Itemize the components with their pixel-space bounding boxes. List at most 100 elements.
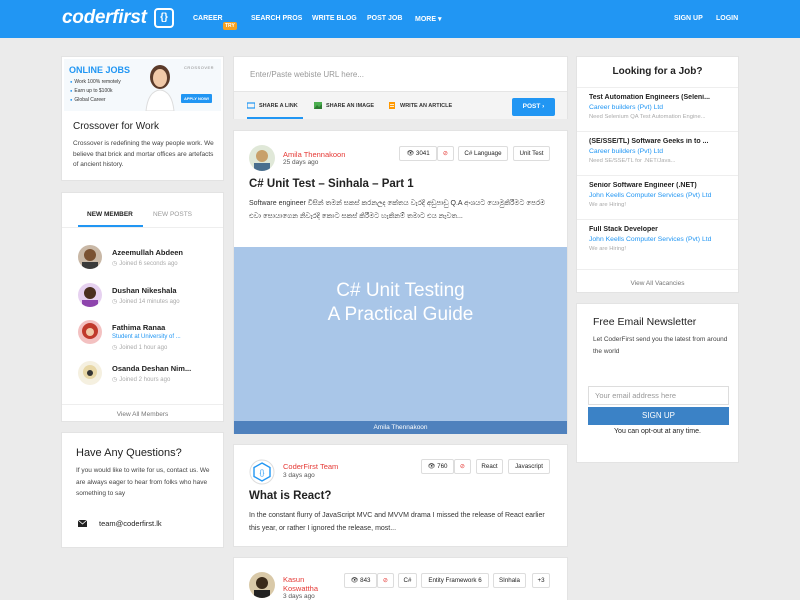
share-toolbar: SHARE A LINK SHARE AN IMAGE WRITE AN ART… [234, 91, 567, 119]
job-item[interactable]: (SE/SSE/TL) Software Geeks in to ... Car… [589, 138, 729, 164]
opt-out-note: You can opt-out at any time. [614, 428, 701, 435]
tab-new-member[interactable]: NEW MEMBER [87, 211, 133, 218]
clock-icon: ◷ [112, 377, 118, 383]
post-title[interactable]: What is React? [249, 490, 331, 502]
job-company[interactable]: John Keells Computer Services (Pvt) Ltd [589, 192, 729, 199]
ad-person-image [145, 65, 175, 111]
member-joined: ◷ Joined 1 hour ago [112, 345, 168, 351]
member-item[interactable]: Azeemullah Abdeen ◷ Joined 6 seconds ago [78, 245, 218, 275]
member-name[interactable]: Osanda Deshan Nim... [112, 364, 191, 373]
coderfirst-team-avatar: {} [249, 459, 275, 485]
active-tab-indicator [247, 117, 303, 119]
ad-title[interactable]: Crossover for Work [73, 121, 159, 132]
job-item[interactable]: Senior Software Engineer (.NET) John Kee… [589, 182, 729, 208]
member-occupation[interactable]: Student at University of ... [112, 334, 181, 340]
crossover-ad-card[interactable]: ONLINE JOBS Work 100% remotely Earn up t… [61, 56, 224, 181]
newsletter-title: Free Email Newsletter [593, 316, 697, 328]
svg-text:{}: {} [260, 470, 265, 477]
member-joined: ◷ Joined 2 hours ago [112, 377, 171, 383]
questions-title: Have Any Questions? [76, 447, 182, 459]
divider [577, 131, 738, 132]
newsletter-signup-button[interactable]: SIGN UP [588, 407, 729, 425]
share-link-button[interactable]: ⊘ [454, 459, 471, 474]
member-item[interactable]: Dushan Nikeshala ◷ Joined 14 minutes ago [78, 283, 218, 313]
tag-chip[interactable]: Entity Framework 6 [421, 573, 489, 588]
tag-chip[interactable]: C# [398, 573, 417, 588]
job-company[interactable]: Career builders (Pvt) Ltd [589, 148, 729, 155]
post-card[interactable]: {} CoderFirst Team 3 days ago 👁 760 ⊘ Re… [233, 444, 568, 547]
views-count: 👁 3041 [399, 146, 437, 161]
job-title[interactable]: Senior Software Engineer (.NET) [589, 182, 729, 189]
nav-more-dropdown[interactable]: MORE ▾ [415, 15, 441, 23]
view-all-members-link[interactable]: View All Members [62, 411, 223, 418]
post-button[interactable]: POST › [512, 98, 555, 116]
eye-icon: 👁 [406, 150, 415, 157]
job-title[interactable]: Full Stack Developer [589, 226, 729, 233]
divider [62, 227, 223, 228]
mail-icon [78, 520, 87, 527]
ad-line: Work 100% remotely [70, 79, 120, 85]
write-article-tab[interactable]: WRITE AN ARTICLE [388, 102, 452, 109]
questions-description: If you would like to write for us, conta… [76, 467, 210, 497]
member-item[interactable]: Osanda Deshan Nim... ◷ Joined 2 hours ago [78, 361, 218, 391]
site-logo[interactable]: coderfirst [62, 7, 147, 29]
top-navbar: coderfirst {} CAREER TRY SEARCH PROS WRI… [0, 0, 800, 38]
nav-post-job[interactable]: POST JOB [367, 15, 402, 22]
share-link-button[interactable]: ⊘ [437, 146, 454, 161]
job-item[interactable]: Full Stack Developer John Keells Compute… [589, 226, 729, 252]
avatar [249, 572, 275, 598]
divider [577, 219, 738, 220]
post-card[interactable]: Amila Thennakoon 25 days ago 👁 3041 ⊘ C#… [233, 130, 568, 434]
member-joined: ◷ Joined 14 minutes ago [112, 299, 180, 305]
job-description: Need Selenium QA Test Automation Engine.… [589, 114, 706, 120]
divider [62, 404, 223, 405]
tag-chip[interactable]: C# Language [458, 146, 508, 161]
member-name[interactable]: Fathima Ranaa [112, 323, 165, 332]
views-count: 👁 760 [421, 459, 454, 474]
member-name[interactable]: Azeemullah Abdeen [112, 248, 183, 257]
tag-chip[interactable]: Javascript [508, 459, 550, 474]
member-name[interactable]: Dushan Nikeshala [112, 286, 177, 295]
logo-mark-icon[interactable]: {} [154, 8, 174, 28]
divider [577, 175, 738, 176]
job-item[interactable]: Test Automation Engineers (Seleni... Car… [589, 94, 729, 120]
post-author[interactable]: CoderFirst Team [283, 462, 338, 471]
member-item[interactable]: Fathima Ranaa Student at University of .… [78, 320, 218, 356]
share-card: Enter/Paste webiste URL here... SHARE A … [233, 56, 568, 119]
newsletter-email-input[interactable]: Your email address here [588, 386, 729, 405]
ad-description: Crossover is redefining the way people w… [73, 140, 214, 168]
newsletter-description: Let CoderFirst send you the latest from … [593, 336, 728, 355]
post-author[interactable]: Kasun Koswattha [283, 575, 323, 593]
post-date: 25 days ago [283, 159, 319, 166]
avatar [78, 283, 102, 307]
post-date: 3 days ago [283, 472, 315, 479]
post-card[interactable]: Kasun Koswattha 3 days ago 👁 843 ⊘ C# En… [233, 557, 568, 600]
post-author[interactable]: Amila Thennakoon [283, 150, 345, 159]
ad-apply-button[interactable]: APPLY NOW! [181, 94, 213, 103]
job-company[interactable]: John Keells Computer Services (Pvt) Ltd [589, 236, 729, 243]
link-icon: ⊘ [442, 150, 449, 157]
contact-email-link[interactable]: team@coderfirst.lk [99, 519, 162, 528]
url-input[interactable]: Enter/Paste webiste URL here... [250, 70, 364, 79]
post-title[interactable]: C# Unit Test – Sinhala – Part 1 [249, 178, 414, 190]
job-title[interactable]: Test Automation Engineers (Seleni... [589, 94, 729, 101]
post-cover-image[interactable]: C# Unit Testing A Practical Guide Amila … [234, 247, 567, 434]
share-link-button[interactable]: ⊘ [377, 573, 394, 588]
tag-chip[interactable]: SInhala [493, 573, 526, 588]
tag-chip[interactable]: Unit Test [513, 146, 550, 161]
share-link-tab[interactable]: SHARE A LINK [247, 102, 298, 109]
job-company[interactable]: Career builders (Pvt) Ltd [589, 104, 729, 111]
nav-write-blog[interactable]: WRITE BLOG [312, 15, 357, 22]
ad-banner[interactable]: ONLINE JOBS Work 100% remotely Earn up t… [64, 59, 221, 111]
nav-career[interactable]: CAREER [193, 15, 223, 22]
nav-sign-up[interactable]: SIGN UP [674, 15, 703, 22]
nav-search-pros[interactable]: SEARCH PROS [251, 15, 302, 22]
share-image-tab[interactable]: SHARE AN IMAGE [314, 102, 374, 109]
view-all-vacancies-link[interactable]: View All Vacancies [577, 280, 738, 287]
image-icon [314, 102, 322, 109]
job-title[interactable]: (SE/SSE/TL) Software Geeks in to ... [589, 138, 729, 145]
more-tags-chip[interactable]: +3 [532, 573, 550, 588]
nav-login[interactable]: LOGIN [716, 15, 738, 22]
tag-chip[interactable]: React [476, 459, 503, 474]
tab-new-posts[interactable]: NEW POSTS [153, 211, 192, 218]
